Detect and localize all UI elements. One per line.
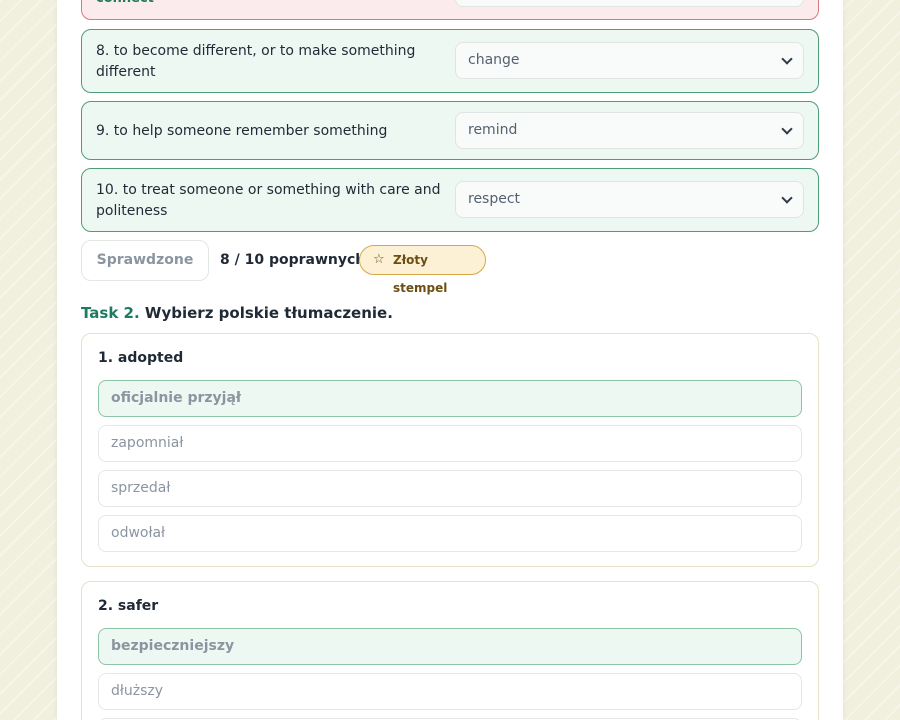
answer-select[interactable]: change — [455, 42, 804, 79]
score-text: 8 / 10 poprawnych — [220, 252, 366, 268]
answer-option[interactable]: sprzedał — [98, 470, 802, 507]
chevron-down-icon — [781, 123, 793, 135]
match-row-9: 9. to help someone remember something re… — [81, 101, 819, 160]
option-label: bezpieczniejszy — [111, 638, 235, 654]
chevron-down-icon — [781, 53, 793, 65]
task-instruction: Wybierz polskie tłumaczenie. — [144, 304, 393, 322]
answer-option[interactable]: zapomniał — [98, 425, 802, 462]
question-card-2: 2. safer bezpieczniejszy dłuższy — [81, 581, 819, 720]
question-heading: 2. safer — [98, 598, 159, 614]
option-label: dłuższy — [111, 683, 164, 699]
checked-button[interactable]: Sprawdzone — [81, 240, 209, 281]
option-label: sprzedał — [111, 480, 171, 496]
correct-answer-hint: connect — [96, 0, 154, 6]
question-card-1: 1. adopted oficjalnie przyjął zapomniał … — [81, 333, 819, 567]
task-number: Task 2. — [81, 304, 140, 322]
option-label: odwołał — [111, 525, 166, 541]
definition-text: 10. to treat someone or something with c… — [96, 182, 441, 219]
select-value: change — [468, 52, 520, 68]
option-label: oficjalnie przyjął — [111, 390, 242, 406]
gold-stamp-badge: ☆ Złoty stempel — [359, 245, 486, 295]
chevron-down-icon — [781, 192, 793, 204]
definition-text: 9. to help someone remember something — [96, 123, 388, 139]
match-row-8: 8. to become different, or to make somet… — [81, 29, 819, 93]
answer-option[interactable]: dłuższy — [98, 673, 802, 710]
match-row-incorrect: connect — [81, 0, 819, 20]
answer-select[interactable] — [455, 0, 804, 7]
answer-select[interactable]: remind — [455, 112, 804, 149]
answer-option[interactable]: odwołał — [98, 515, 802, 552]
task-title: Task 2. Wybierz polskie tłumaczenie. — [81, 304, 393, 322]
definition-text: 8. to become different, or to make somet… — [96, 43, 416, 80]
option-label: zapomniał — [111, 435, 184, 451]
question-heading: 1. adopted — [98, 350, 184, 366]
star-icon: ☆ — [373, 252, 385, 267]
answer-option-correct[interactable]: bezpieczniejszy — [98, 628, 802, 665]
answer-select[interactable]: respect — [455, 181, 804, 218]
task-status-bar: Sprawdzone 8 / 10 poprawnych ☆ Złoty ste… — [81, 240, 819, 295]
answer-option-correct[interactable]: oficjalnie przyjął — [98, 380, 802, 417]
select-value: respect — [468, 191, 521, 207]
select-value: remind — [468, 122, 518, 138]
badge-label: Złoty stempel — [393, 253, 448, 295]
match-row-10: 10. to treat someone or something with c… — [81, 168, 819, 232]
